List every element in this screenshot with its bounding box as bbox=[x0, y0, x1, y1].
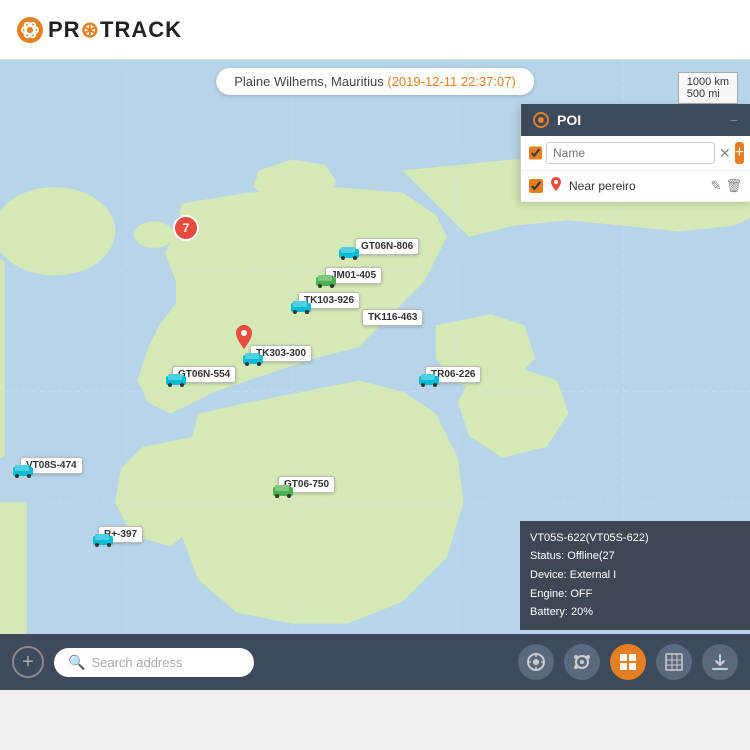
vehicle-icon bbox=[315, 274, 337, 293]
scale-mi: 500 mi bbox=[687, 88, 729, 100]
location-icon-button[interactable] bbox=[518, 644, 554, 680]
search-bar[interactable]: 🔍 Search address bbox=[54, 648, 254, 677]
vehicle-icon bbox=[92, 533, 114, 552]
vehicle-icon bbox=[165, 373, 187, 392]
map-pin bbox=[232, 325, 256, 362]
map-container[interactable]: Plaine Wilhems, Mauritius (2019-12-11 22… bbox=[0, 60, 750, 690]
poi-clear-button[interactable]: ✕ bbox=[719, 145, 731, 162]
info-device: Device: External I bbox=[530, 566, 740, 585]
info-engine: Engine: OFF bbox=[530, 585, 740, 604]
vehicle-icon bbox=[290, 300, 312, 319]
toolbar-add-button[interactable]: + bbox=[12, 646, 44, 678]
info-battery: Battery: 20% bbox=[530, 603, 740, 622]
cluster-icon-button[interactable] bbox=[564, 644, 600, 680]
vehicle-icon bbox=[272, 484, 294, 503]
info-popup: VT05S-622(VT05S-622) Status: Offline(27 … bbox=[520, 521, 750, 630]
vehicle-icon bbox=[418, 373, 440, 392]
poi-header-left: POI bbox=[533, 112, 581, 128]
poi-search-input[interactable] bbox=[546, 142, 715, 164]
search-icon: 🔍 bbox=[68, 654, 85, 671]
grid-icon bbox=[618, 652, 638, 672]
download-icon bbox=[710, 652, 730, 672]
poi-header-right[interactable]: − bbox=[730, 112, 738, 128]
bottom-toolbar: + 🔍 Search address bbox=[0, 634, 750, 690]
search-placeholder: Search address bbox=[91, 655, 182, 670]
download-icon-button[interactable] bbox=[702, 644, 738, 680]
scale-bar: 1000 km 500 mi bbox=[678, 72, 738, 104]
table-icon bbox=[664, 652, 684, 672]
logo: PR⊛TRACK bbox=[16, 16, 182, 44]
poi-search-checkbox[interactable] bbox=[529, 146, 542, 160]
poi-header: POI − bbox=[521, 104, 750, 136]
logo-text: PR⊛TRACK bbox=[48, 17, 182, 43]
poi-minimize-button[interactable]: − bbox=[730, 112, 738, 128]
poi-add-button[interactable]: + bbox=[735, 142, 744, 164]
poi-list-row: Near pereiro ✎ 🗑 bbox=[521, 171, 750, 202]
poi-search-row: ✕ + bbox=[521, 136, 750, 171]
poi-item-label: Near pereiro bbox=[569, 179, 705, 193]
info-device-id: VT05S-622(VT05S-622) bbox=[530, 529, 740, 548]
poi-item-actions: ✎ 🗑 bbox=[711, 178, 742, 194]
grid-icon-button[interactable] bbox=[610, 644, 646, 680]
poi-icon bbox=[533, 112, 549, 128]
poi-delete-button[interactable]: 🗑 bbox=[725, 178, 742, 194]
poi-panel: POI − ✕ + Near pereiro ✎ 🗑 bbox=[520, 104, 750, 202]
scale-km: 1000 km bbox=[687, 76, 729, 88]
location-bar: Plaine Wilhems, Mauritius (2019-12-11 22… bbox=[216, 68, 534, 95]
location-name: Plaine Wilhems, Mauritius bbox=[234, 74, 384, 89]
location-icon bbox=[526, 652, 546, 672]
info-status: Status: Offline(27 bbox=[530, 547, 740, 566]
vehicle-label[interactable]: TK116-463 bbox=[362, 309, 423, 326]
cluster-icon bbox=[572, 652, 592, 672]
vehicle-icon bbox=[12, 464, 34, 483]
header: PR⊛TRACK bbox=[0, 0, 750, 60]
location-datetime: (2019-12-11 22:37:07) bbox=[387, 74, 515, 89]
vehicle-label[interactable]: GT06N-806 bbox=[355, 238, 419, 255]
vehicle-icon bbox=[338, 246, 360, 265]
cluster-bubble[interactable]: 7 bbox=[173, 215, 199, 241]
poi-edit-button[interactable]: ✎ bbox=[711, 178, 722, 194]
table-icon-button[interactable] bbox=[656, 644, 692, 680]
poi-item-checkbox[interactable] bbox=[529, 179, 543, 193]
logo-icon bbox=[16, 16, 44, 44]
poi-item-pin-icon bbox=[549, 177, 563, 195]
poi-title: POI bbox=[557, 112, 581, 128]
